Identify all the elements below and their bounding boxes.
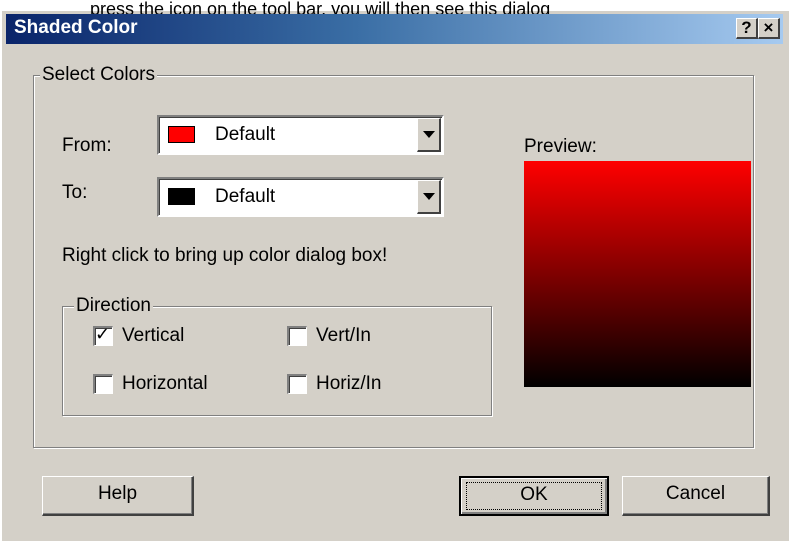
horiz-in-checkbox[interactable]: Horiz/In (287, 373, 381, 395)
vertical-checkbox[interactable]: ✓ Vertical (93, 324, 185, 347)
horizontal-check-box[interactable] (93, 374, 113, 394)
select-colors-legend: Select Colors (40, 64, 157, 86)
direction-legend: Direction (74, 295, 153, 317)
vertical-label: Vertical (122, 325, 185, 346)
horiz-in-check-box[interactable] (287, 374, 307, 394)
dialog-title: Shaded Color (14, 17, 138, 38)
vert-in-label: Vert/In (316, 325, 371, 346)
right-click-hint: Right click to bring up color dialog box… (62, 245, 388, 266)
ok-button[interactable]: OK (459, 476, 609, 516)
from-label: From: (62, 135, 112, 156)
to-label: To: (62, 182, 88, 203)
to-color-swatch (168, 188, 195, 205)
help-button[interactable]: Help (42, 476, 194, 516)
from-color-value: Default (215, 124, 276, 145)
horizontal-checkbox[interactable]: Horizontal (93, 373, 208, 395)
help-question-button[interactable]: ? (736, 18, 758, 39)
vertical-check-box[interactable]: ✓ (93, 324, 113, 346)
to-color-combo[interactable]: Default (157, 177, 444, 217)
direction-group (62, 306, 492, 416)
preview-label: Preview: (524, 136, 597, 157)
from-dropdown-arrow-icon[interactable] (417, 118, 441, 152)
focus-rect (466, 482, 602, 510)
checkmark-icon: ✓ (95, 324, 111, 344)
to-color-value: Default (215, 186, 276, 207)
from-color-swatch (168, 126, 195, 143)
horiz-in-label: Horiz/In (316, 373, 382, 394)
vert-in-check-box[interactable] (287, 326, 307, 346)
gradient-preview (524, 161, 751, 387)
from-color-combo[interactable]: Default (157, 115, 444, 155)
title-bar[interactable]: Shaded Color ? × (6, 14, 783, 44)
vert-in-checkbox[interactable]: Vert/In (287, 325, 371, 347)
to-dropdown-arrow-icon[interactable] (417, 180, 441, 214)
close-button[interactable]: × (758, 18, 780, 39)
horizontal-label: Horizontal (122, 373, 208, 394)
cancel-button[interactable]: Cancel (622, 476, 770, 516)
